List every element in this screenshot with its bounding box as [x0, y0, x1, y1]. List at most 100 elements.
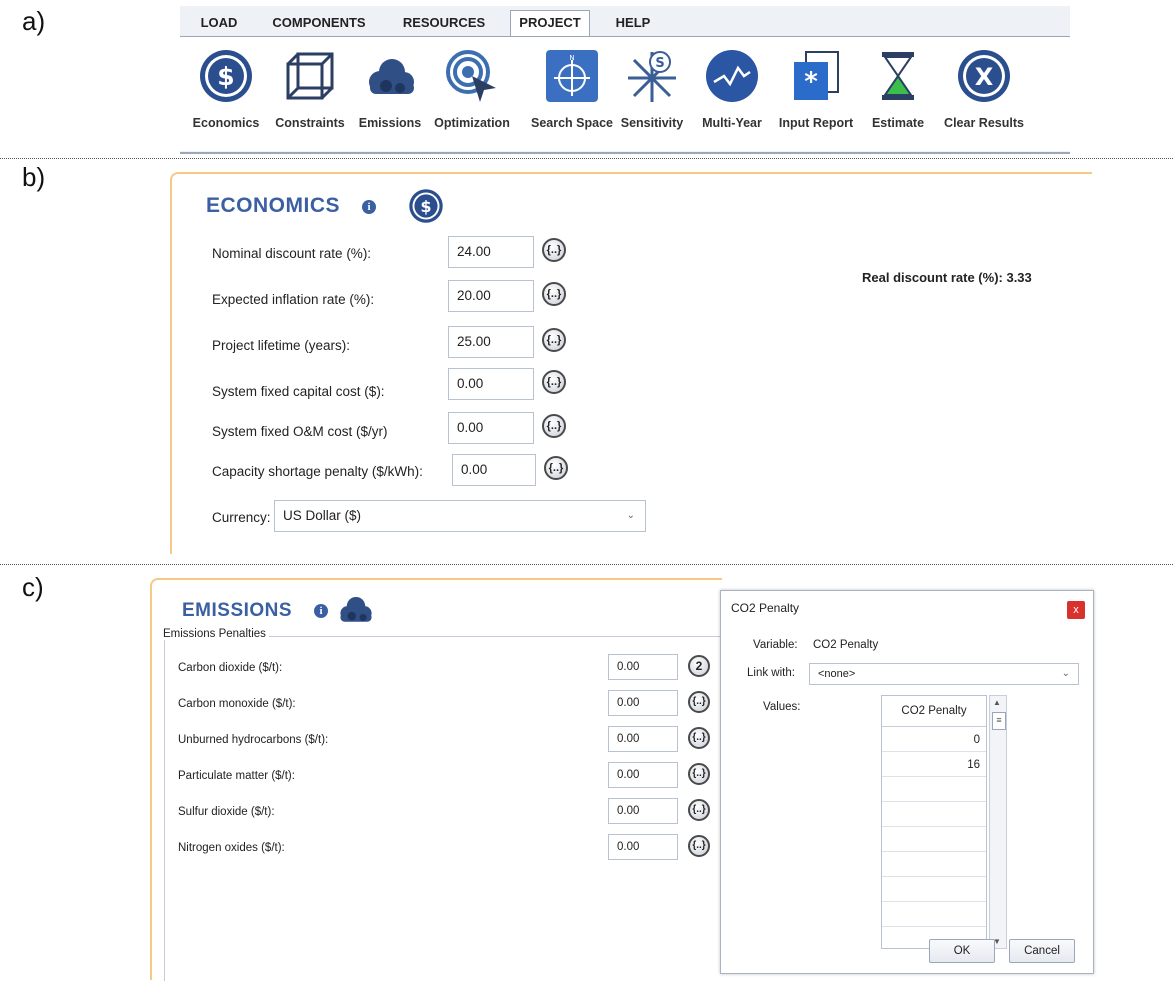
pm-label: Particulate matter ($/t): [178, 770, 295, 782]
cloud-icon [369, 59, 414, 94]
emissions-title: EMISSIONS [182, 600, 293, 621]
tab-project[interactable]: PROJECT [510, 10, 590, 37]
lifetime-label: Project lifetime (years): [212, 338, 351, 353]
table-row[interactable] [882, 853, 986, 877]
info-icon[interactable]: i [362, 200, 376, 214]
svg-text:S: S [655, 56, 664, 71]
currency-select[interactable]: US Dollar ($) ⌄ [274, 500, 646, 532]
multi-year-button[interactable]: Multi-Year [702, 48, 762, 148]
uhc-input[interactable]: 0.00 [608, 726, 678, 752]
shortage-penalty-input[interactable]: 0.00 [452, 454, 536, 486]
input-report-button[interactable]: * Input Report [779, 48, 853, 148]
co-sensitivity-button[interactable]: {..} [688, 691, 710, 713]
svg-text:$: $ [420, 197, 431, 216]
variable-label: Variable: [753, 639, 798, 651]
so2-label: Sulfur dioxide ($/t): [178, 806, 275, 818]
co2-penalty-dialog: CO2 Penalty x Variable: CO2 Penalty Link… [720, 590, 1094, 974]
ribbon-tabs: LOAD COMPONENTS RESOURCES PROJECT HELP [180, 6, 1070, 37]
lifetime-sensitivity-button[interactable]: {..} [542, 328, 566, 352]
clear-results-button[interactable]: X Clear Results [944, 48, 1024, 148]
search-space-button[interactable]: N Search Space [531, 48, 613, 148]
so2-sensitivity-button[interactable]: {..} [688, 799, 710, 821]
fixed-capital-sensitivity-button[interactable]: {..} [542, 370, 566, 394]
panel-label-a: a) [22, 6, 46, 36]
emissions-panel: EMISSIONS i Emissions Penalties Carbon d… [150, 578, 722, 981]
x-clear-icon: X [958, 50, 1010, 102]
svg-text:X: X [975, 63, 994, 91]
clear-results-label: Clear Results [944, 116, 1024, 130]
link-with-select[interactable]: <none> ⌄ [809, 663, 1079, 685]
so2-input[interactable]: 0.00 [608, 798, 678, 824]
svg-text:$: $ [217, 62, 234, 91]
report-icon: * [794, 51, 839, 100]
panel-label-c: c) [22, 572, 44, 602]
chevron-down-icon: ⌄ [626, 510, 635, 521]
uhc-sensitivity-button[interactable]: {..} [688, 727, 710, 749]
tab-components[interactable]: COMPONENTS [264, 12, 374, 34]
shortage-penalty-sensitivity-button[interactable]: {..} [544, 456, 568, 480]
nox-input[interactable]: 0.00 [608, 834, 678, 860]
co2-input[interactable]: 0.00 [608, 654, 678, 680]
economics-title: ECONOMICS [206, 194, 341, 217]
fixed-om-label: System fixed O&M cost ($/yr) [212, 424, 388, 439]
table-row[interactable] [882, 803, 986, 827]
close-icon[interactable]: x [1067, 601, 1085, 619]
link-with-label: Link with: [747, 667, 795, 679]
tab-help[interactable]: HELP [608, 12, 658, 34]
pm-sensitivity-button[interactable]: {..} [688, 763, 710, 785]
compass-icon: N [546, 50, 598, 102]
dialog-title: CO2 Penalty [731, 601, 800, 615]
fixed-om-sensitivity-button[interactable]: {..} [542, 414, 566, 438]
scroll-up-icon[interactable]: ▲ [993, 698, 1001, 707]
values-table: CO2 Penalty 0 16 [881, 695, 987, 949]
emissions-button[interactable]: Emissions [359, 48, 421, 148]
target-cursor-icon [446, 50, 496, 102]
co2-label: Carbon dioxide ($/t): [178, 662, 283, 674]
table-row[interactable] [882, 828, 986, 852]
shortage-penalty-label: Capacity shortage penalty ($/kWh): [212, 464, 423, 479]
currency-value: US Dollar ($) [283, 508, 362, 523]
ok-button[interactable]: OK [929, 939, 995, 963]
inflation-sensitivity-button[interactable]: {..} [542, 282, 566, 306]
sensitivity-button[interactable]: S Sensitivity [621, 48, 683, 148]
economics-button[interactable]: $ Economics [193, 48, 259, 148]
values-scrollbar[interactable]: ▲ ≡ ▼ [989, 695, 1007, 949]
table-row[interactable] [882, 878, 986, 902]
emissions-penalties-title: Emissions Penalties [160, 628, 269, 640]
fixed-capital-input[interactable]: 0.00 [448, 368, 534, 400]
info-icon[interactable]: i [314, 604, 328, 618]
nominal-discount-sensitivity-button[interactable]: {..} [542, 238, 566, 262]
fixed-om-input[interactable]: 0.00 [448, 412, 534, 444]
co2-sensitivity-button[interactable]: 2 [688, 655, 710, 677]
table-row[interactable]: 16 [882, 753, 986, 777]
divider-bc [0, 564, 1173, 565]
table-row[interactable]: 0 [882, 728, 986, 752]
constraints-button[interactable]: Constraints [275, 48, 345, 148]
dollar-icon: $ [200, 50, 252, 102]
economics-panel: ECONOMICS i $ Nominal discount rate (%):… [170, 172, 1092, 554]
nominal-discount-input[interactable]: 24.00 [448, 236, 534, 268]
estimate-button[interactable]: Estimate [870, 48, 926, 148]
cancel-button[interactable]: Cancel [1009, 939, 1075, 963]
table-row[interactable] [882, 778, 986, 802]
lifetime-input[interactable]: 25.00 [448, 326, 534, 358]
tab-load[interactable]: LOAD [194, 12, 244, 34]
divider-ab [0, 158, 1173, 159]
uhc-label: Unburned hydrocarbons ($/t): [178, 734, 329, 746]
co-input[interactable]: 0.00 [608, 690, 678, 716]
inflation-input[interactable]: 20.00 [448, 280, 534, 312]
optimization-button[interactable]: Optimization [434, 48, 510, 148]
nox-sensitivity-button[interactable]: {..} [688, 835, 710, 857]
ribbon: LOAD COMPONENTS RESOURCES PROJECT HELP $… [180, 6, 1070, 154]
tab-resources[interactable]: RESOURCES [394, 12, 494, 34]
panel-label-b: b) [22, 162, 46, 192]
currency-label: Currency: [212, 510, 271, 525]
sensitivity-icon: S [628, 51, 676, 102]
values-column-header: CO2 Penalty [882, 696, 986, 727]
estimate-label: Estimate [871, 116, 925, 130]
link-with-value: <none> [818, 668, 856, 680]
variable-value: CO2 Penalty [813, 639, 879, 651]
table-row[interactable] [882, 903, 986, 927]
scroll-thumb[interactable]: ≡ [992, 712, 1006, 730]
pm-input[interactable]: 0.00 [608, 762, 678, 788]
